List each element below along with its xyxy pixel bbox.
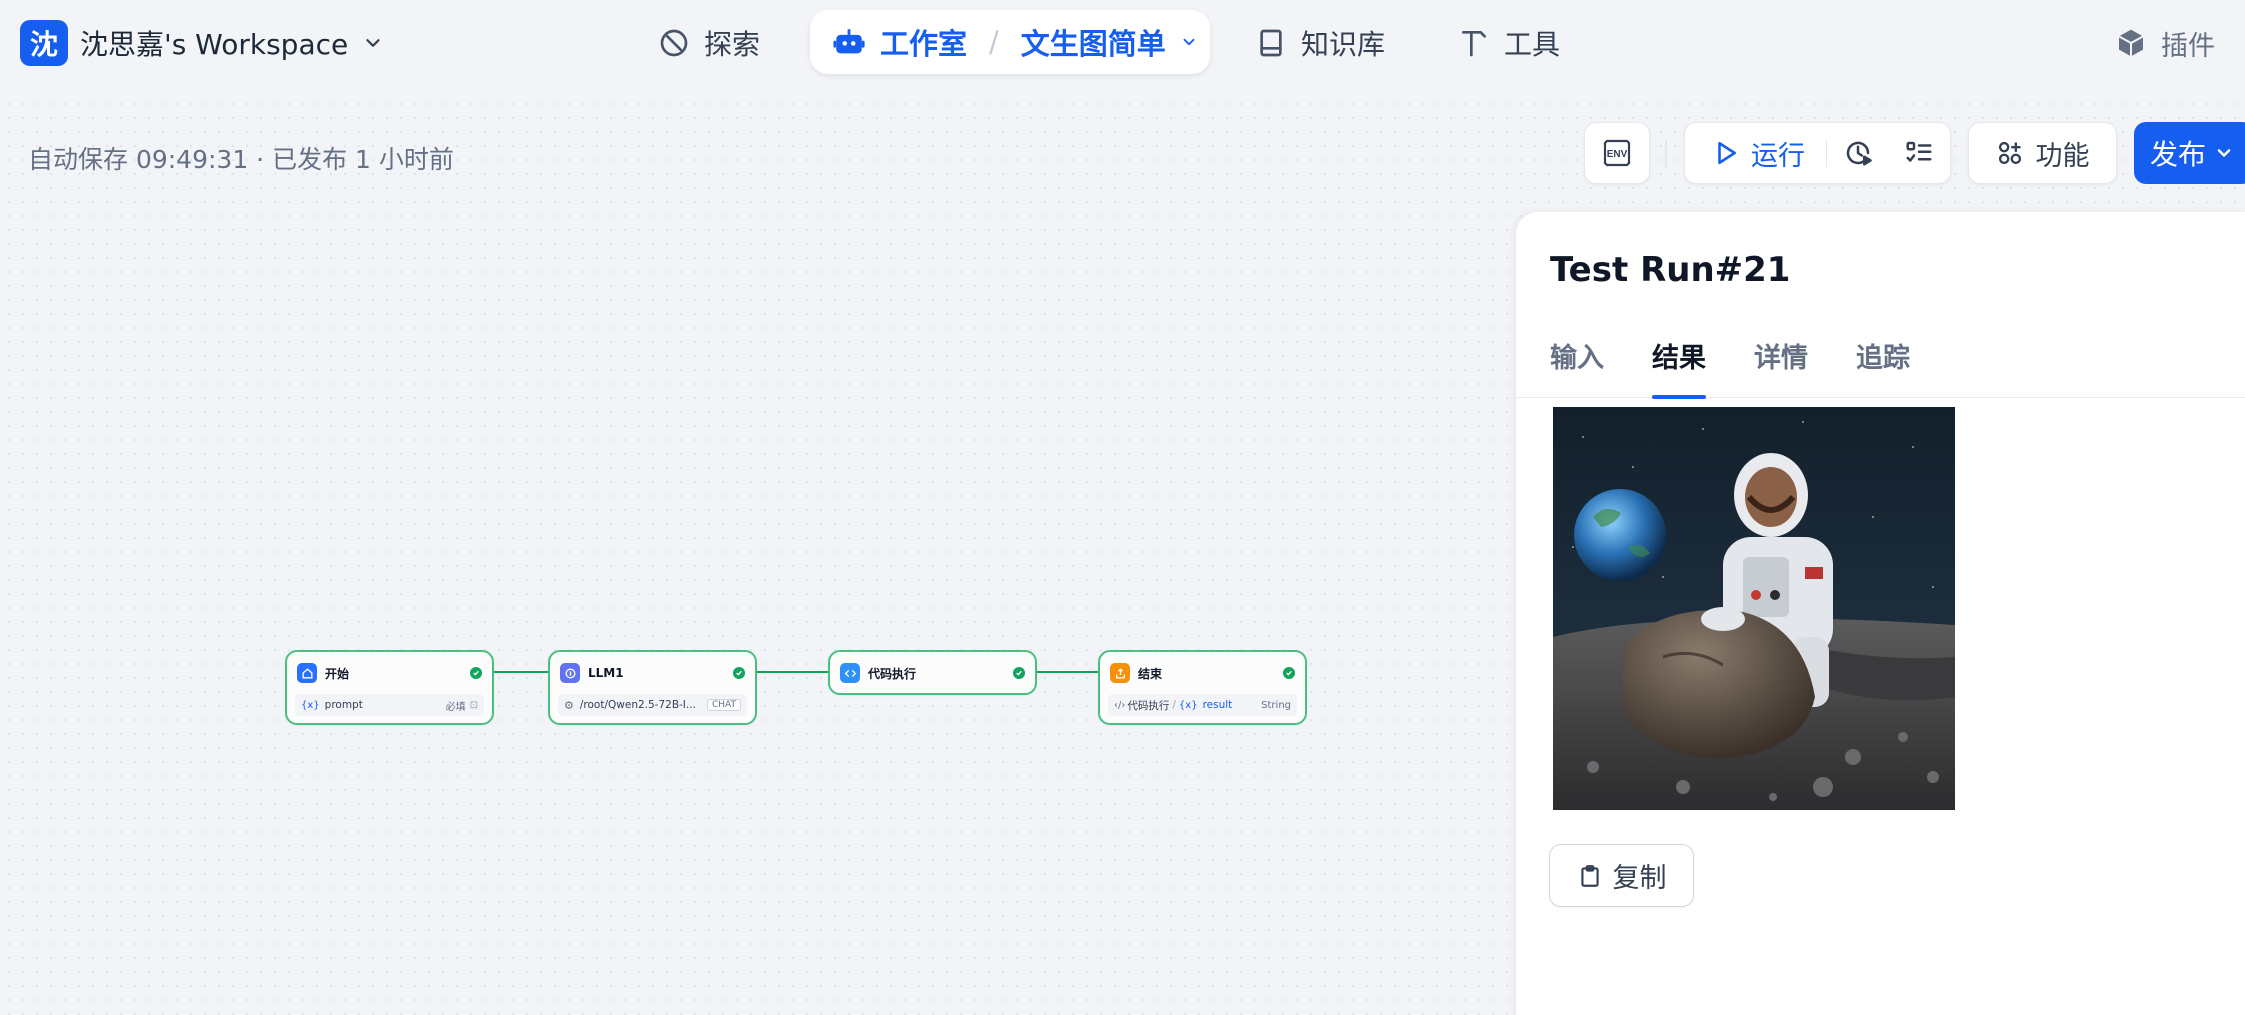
workflow-edge [756, 671, 828, 673]
home-icon [297, 663, 317, 683]
checklist-button[interactable] [1889, 123, 1950, 183]
clipboard-icon [1580, 864, 1599, 887]
node-variable-row: {x} prompt 必填 ⊡ [295, 694, 484, 716]
model-icon: ⚙ [564, 698, 574, 712]
panel-tabs: 输入 结果 详情 追踪 [1516, 322, 2245, 399]
source-node-name: 代码执行 [1127, 699, 1170, 712]
variable-icon: {x} [301, 699, 320, 711]
chat-badge: CHAT [706, 699, 741, 711]
tab-result[interactable]: 结果 [1652, 322, 1706, 399]
variable-icon: {x} [1178, 699, 1198, 711]
workspace-avatar: 沈 [20, 20, 68, 66]
run-button-group: 运行 [1684, 122, 1951, 184]
chevron-down-icon [2217, 149, 2231, 157]
copy-label: 复制 [1612, 863, 1667, 894]
nav-knowledge-label: 知识库 [1301, 28, 1386, 61]
workflow-node-end[interactable]: 结束 ‹/› 代码执行 / {x} result String [1098, 650, 1307, 725]
breadcrumb-separator: / [989, 25, 999, 59]
variable-name: prompt [324, 699, 363, 711]
workspace-switcher[interactable]: 沈 沈思嘉's Workspace [20, 20, 384, 66]
env-icon: ENV [1603, 139, 1631, 167]
nav-explore[interactable]: 探索 [658, 20, 760, 66]
success-check-icon [1013, 667, 1025, 679]
result-image [1553, 407, 1955, 810]
separator: / [1172, 699, 1176, 711]
text-type-icon: ⊡ [469, 699, 478, 711]
node-title: 代码执行 [868, 666, 917, 681]
code-small-icon: ‹/› [1114, 699, 1126, 711]
env-button[interactable]: ENV [1584, 122, 1650, 184]
tab-trace[interactable]: 追踪 [1856, 322, 1910, 398]
workflow-node-code[interactable]: 代码执行 [828, 650, 1037, 695]
node-title: 结束 [1138, 666, 1163, 681]
autosave-status: 自动保存 09:49:31 · 已发布 1 小时前 [28, 145, 454, 174]
code-icon [840, 663, 860, 683]
node-title: LLM1 [588, 666, 624, 680]
nav-tools[interactable]: 工具 [1458, 20, 1560, 66]
nav-tools-label: 工具 [1504, 28, 1561, 61]
workflow-edge [1035, 671, 1099, 673]
success-check-icon [733, 667, 745, 679]
history-play-icon [1846, 141, 1872, 166]
features-button[interactable]: 功能 [1968, 122, 2117, 184]
chevron-down-icon [366, 39, 380, 47]
nav-plugins[interactable]: 插件 [2115, 20, 2215, 66]
tab-detail[interactable]: 详情 [1754, 322, 1808, 398]
studio-label: 工作室 [880, 27, 968, 61]
run-label: 运行 [1751, 140, 1805, 172]
workspace-name: 沈思嘉's Workspace [80, 28, 349, 61]
astronaut-on-moon-image [1553, 407, 1955, 810]
copy-button[interactable]: 复制 [1549, 844, 1694, 907]
success-check-icon [1283, 667, 1295, 679]
features-label: 功能 [2035, 140, 2090, 172]
cube-icon [2118, 29, 2144, 57]
test-run-panel: Test Run#21 输入 结果 详情 追踪 复制 [1516, 212, 2245, 1015]
robot-icon [833, 29, 865, 54]
publish-button[interactable]: 发布 [2134, 122, 2245, 184]
run-history-button[interactable] [1827, 123, 1888, 183]
publish-label: 发布 [2150, 138, 2207, 171]
nav-knowledge[interactable]: 知识库 [1255, 20, 1385, 66]
end-icon [1110, 663, 1130, 683]
variable-name: result [1202, 699, 1233, 711]
model-name: /root/Qwen2.5-72B-I... [579, 699, 696, 711]
tab-input[interactable]: 输入 [1550, 322, 1604, 398]
workflow-node-llm[interactable]: LLM1 ⚙ /root/Qwen2.5-72B-I... CHAT [548, 650, 757, 725]
env-label: ENV [1607, 149, 1628, 160]
hammer-icon [1462, 31, 1486, 57]
run-button[interactable]: 运行 [1685, 123, 1826, 183]
nav-studio[interactable]: 工作室 / 文生图简单 [810, 10, 1210, 74]
nav-plugins-label: 插件 [2161, 30, 2215, 62]
node-output-row: ‹/› 代码执行 / {x} result String [1108, 694, 1297, 716]
book-icon [1260, 29, 1282, 57]
app-name[interactable]: 文生图简单 [1021, 21, 1166, 63]
node-model-row: ⚙ /root/Qwen2.5-72B-I... CHAT [558, 694, 747, 716]
node-title: 开始 [325, 666, 350, 681]
play-icon [1718, 141, 1736, 165]
toolbar-divider [1665, 140, 1667, 168]
chevron-down-icon [1183, 38, 1195, 46]
llm-icon [560, 663, 580, 683]
workflow-node-start[interactable]: 开始 {x} prompt 必填 ⊡ [285, 650, 494, 725]
nav-explore-label: 探索 [704, 28, 761, 61]
checklist-icon [1906, 141, 1932, 162]
panel-title: Test Run#21 [1550, 250, 1791, 290]
compass-icon [660, 29, 688, 57]
workflow-edge [494, 671, 549, 673]
features-icon [1998, 141, 2021, 165]
variable-type: String [1261, 699, 1291, 711]
required-label: 必填 [445, 701, 466, 713]
success-check-icon [470, 667, 482, 679]
top-navigation: 沈 沈思嘉's Workspace 探索 工作室 / 文生图简单 知识库 工具 … [0, 0, 2245, 97]
